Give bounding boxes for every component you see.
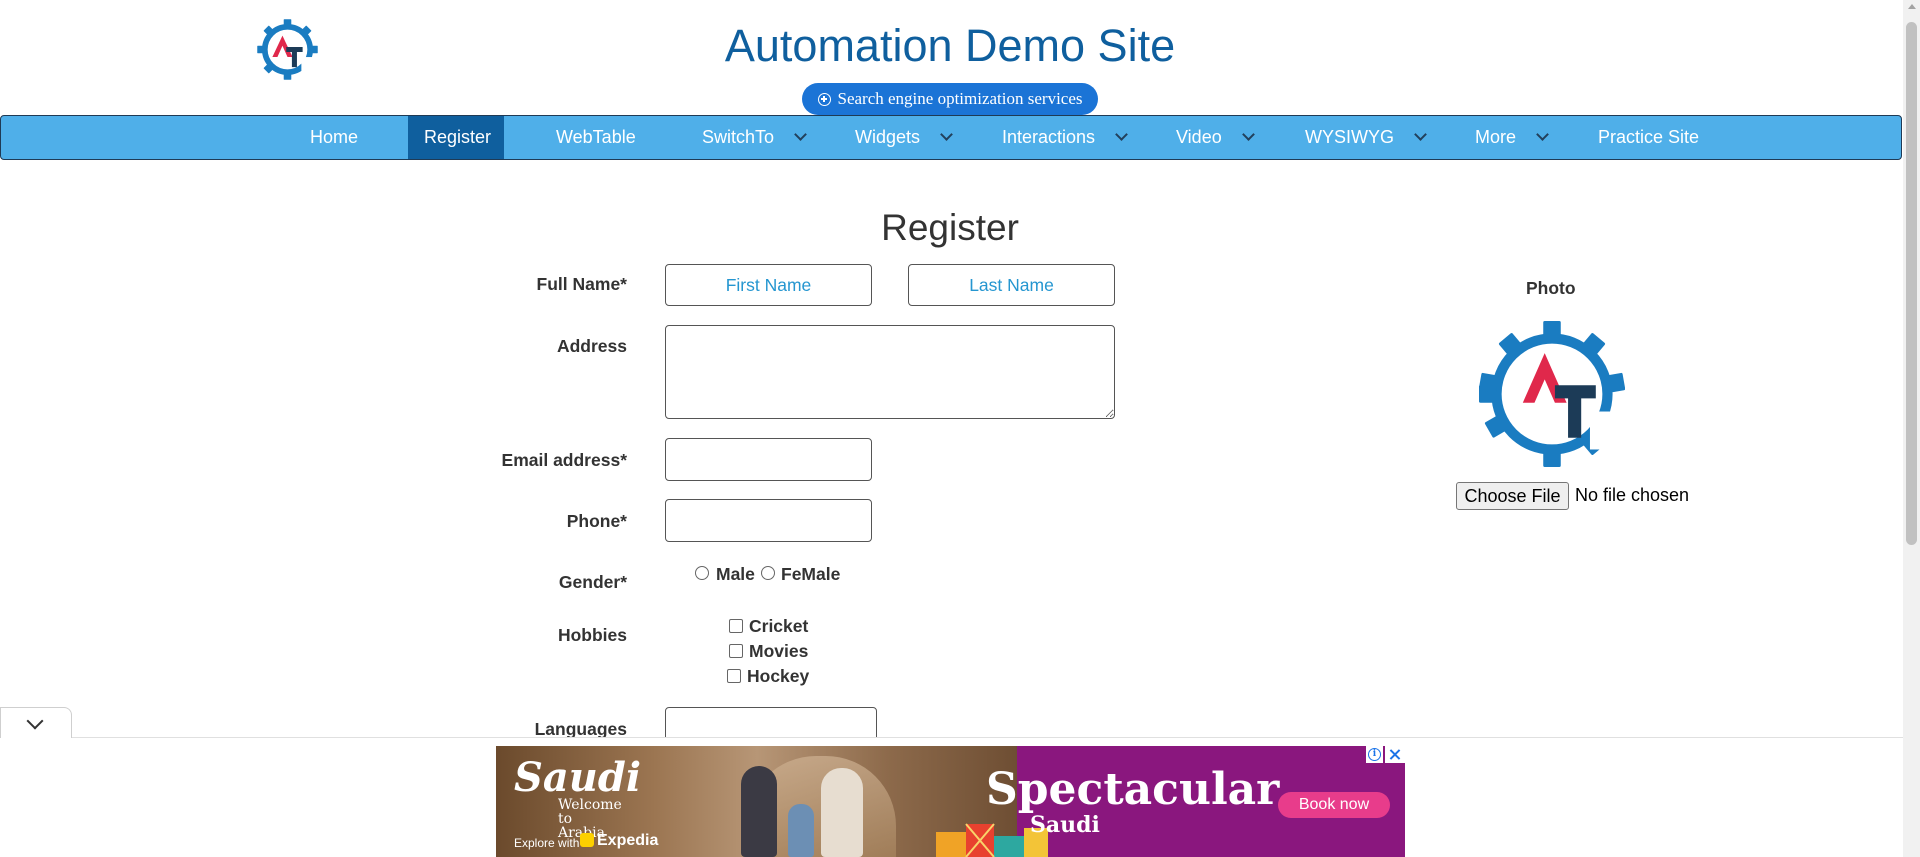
choose-file-button[interactable]: Choose File	[1456, 482, 1569, 510]
nav-label: Video	[1176, 127, 1222, 147]
phone-input[interactable]	[665, 499, 872, 542]
nav-label: Home	[310, 127, 359, 147]
address-label: Address	[556, 336, 627, 356]
first-name-input[interactable]	[665, 264, 872, 306]
page-heading: Register	[881, 207, 1019, 248]
nav-webtable[interactable]: WebTable	[540, 116, 652, 159]
ad-subheadline: Saudi	[1030, 812, 1100, 838]
hobby-cricket-checkbox[interactable]	[729, 619, 743, 633]
chevron-down-icon	[26, 712, 44, 730]
chevron-down-icon	[1536, 128, 1549, 141]
nav-widgets[interactable]: Widgets	[839, 116, 967, 159]
seo-services-link[interactable]: Search engine optimization services	[802, 83, 1098, 115]
ad-partner-label: Expedia	[597, 832, 659, 849]
gender-female-label: FeMale	[781, 564, 841, 584]
chevron-down-icon	[794, 128, 807, 141]
ad-headline: Spectacular	[986, 764, 1280, 815]
expedia-icon	[580, 833, 594, 847]
gender-female-radio[interactable]	[761, 566, 775, 580]
nav-register[interactable]: Register	[408, 116, 504, 159]
seo-link-label: Search engine optimization services	[837, 89, 1083, 108]
address-textarea[interactable]	[665, 325, 1115, 419]
ad-explore-text: Explore with	[514, 836, 580, 850]
photo-preview-logo	[1479, 321, 1625, 467]
nav-wysiwyg[interactable]: WYSIWYG	[1289, 116, 1441, 159]
hobby-hockey-checkbox[interactable]	[727, 669, 741, 683]
nav-practice-site[interactable]: Practice Site	[1582, 116, 1715, 159]
email-input[interactable]	[665, 438, 872, 481]
nav-label: Register	[424, 127, 492, 147]
ad-banner[interactable]: Saudi Welcome to Arabia Explore with Exp…	[496, 746, 1405, 857]
site-title: Automation Demo Site	[724, 20, 1176, 71]
chevron-down-icon	[1241, 128, 1255, 141]
main-navbar: Home Register WebTable SwitchTo Widgets …	[0, 115, 1902, 160]
gender-label: Gender*	[558, 572, 627, 592]
hobby-hockey-label: Hockey	[747, 666, 810, 686]
nav-more[interactable]: More	[1459, 116, 1563, 159]
ad-book-now-button[interactable]: Book now	[1278, 792, 1390, 818]
ad-info-icon[interactable]: i	[1366, 746, 1383, 763]
hobbies-label: Hobbies	[557, 625, 627, 645]
ad-collapse-toggle[interactable]	[0, 707, 72, 738]
email-label: Email address*	[501, 450, 627, 470]
plus-circle-icon	[817, 92, 831, 106]
chevron-down-icon	[1414, 128, 1427, 141]
phone-label: Phone*	[566, 511, 627, 531]
scroll-thumb[interactable]	[1906, 22, 1917, 545]
file-status-text: No file chosen	[1575, 485, 1690, 505]
gender-male-label: Male	[716, 564, 755, 584]
page-scrollbar[interactable]	[1903, 0, 1920, 857]
scroll-up-arrow-icon[interactable]	[1908, 4, 1916, 9]
nav-switchto[interactable]: SwitchTo	[686, 116, 821, 159]
ad-close-icon[interactable]	[1385, 746, 1405, 763]
photo-label: Photo	[1526, 278, 1576, 298]
nav-label: WebTable	[556, 127, 636, 147]
nav-label: SwitchTo	[702, 127, 775, 147]
full-name-label: Full Name*	[536, 274, 627, 294]
nav-label: WYSIWYG	[1305, 127, 1394, 147]
nav-video[interactable]: Video	[1160, 116, 1269, 159]
nav-label: Practice Site	[1598, 127, 1700, 147]
nav-interactions[interactable]: Interactions	[986, 116, 1142, 159]
nav-home[interactable]: Home	[294, 116, 374, 159]
nav-label: Interactions	[1002, 127, 1096, 147]
nav-label: Widgets	[855, 127, 921, 147]
chevron-down-icon	[1115, 128, 1128, 141]
last-name-input[interactable]	[908, 264, 1115, 306]
chevron-down-icon	[940, 128, 953, 141]
ad-brand: Saudi	[514, 754, 642, 801]
hobby-movies-label: Movies	[749, 641, 809, 661]
ad-partner: Expedia	[580, 832, 658, 850]
gender-male-radio[interactable]	[695, 566, 709, 580]
hobby-cricket-label: Cricket	[749, 616, 809, 636]
nav-label: More	[1475, 127, 1517, 147]
hobby-movies-checkbox[interactable]	[729, 644, 743, 658]
